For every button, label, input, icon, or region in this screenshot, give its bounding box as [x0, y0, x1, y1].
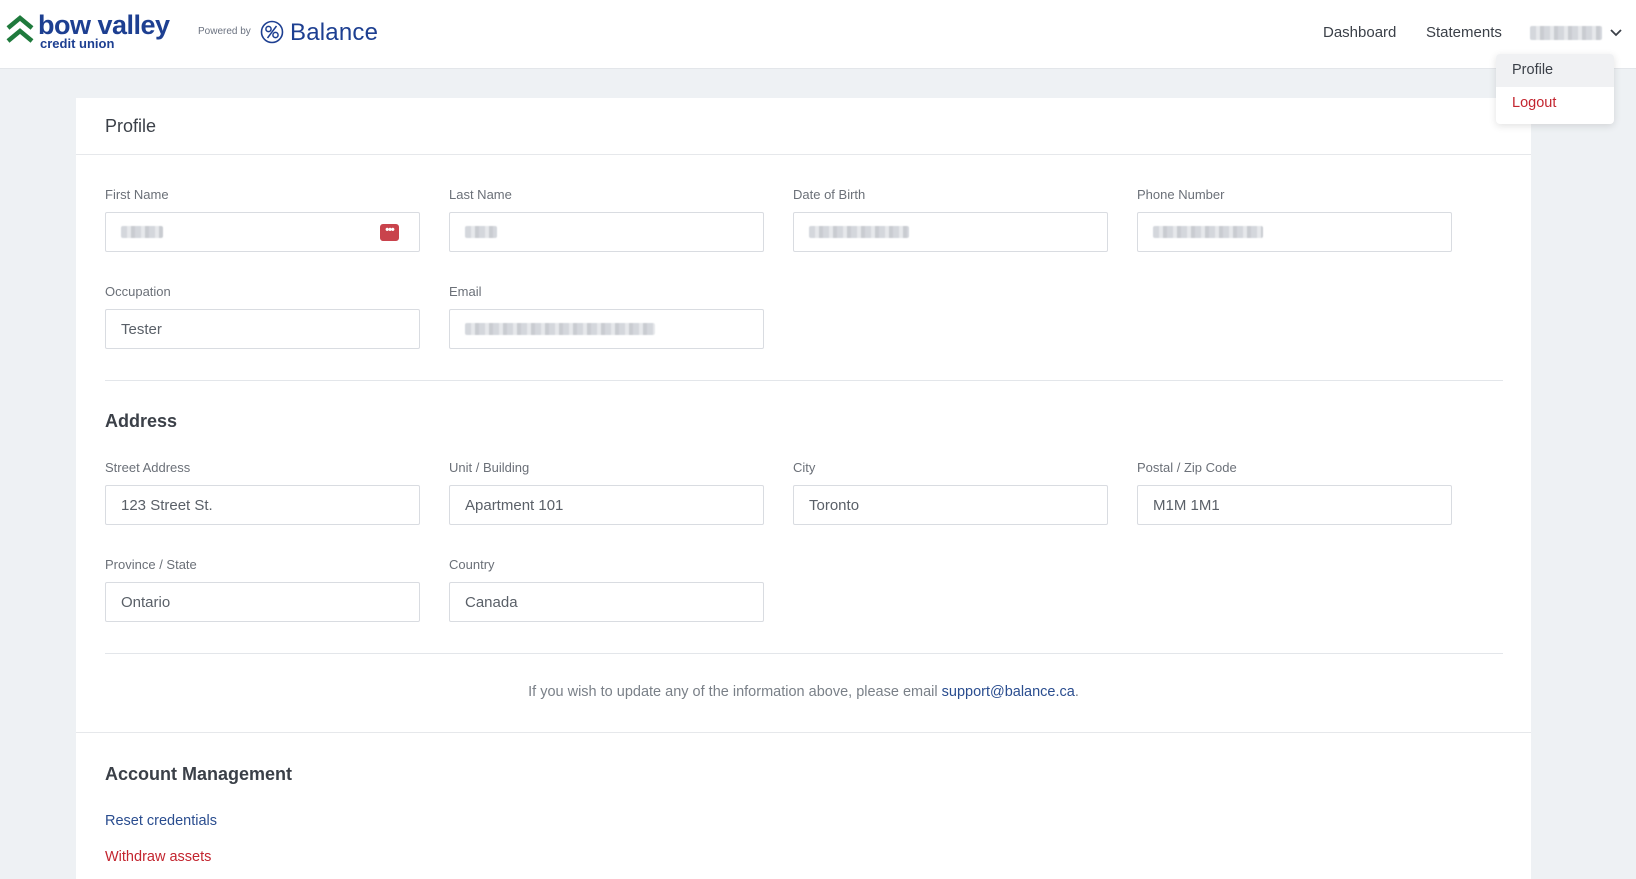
redacted-value: [465, 226, 497, 238]
redacted-value: [465, 323, 655, 335]
occupation-label: Occupation: [105, 284, 171, 299]
country-label: Country: [449, 557, 495, 572]
balance-logo-icon: [260, 20, 284, 44]
section-divider: [105, 380, 1503, 381]
profile-card: Profile First Name ••• Last Name Date of…: [76, 98, 1531, 879]
section-divider: [76, 732, 1531, 733]
partner-name: Balance: [290, 19, 379, 46]
account-management-heading: Account Management: [105, 764, 293, 784]
postal-label: Postal / Zip Code: [1137, 460, 1237, 475]
first-name-field[interactable]: •••: [105, 212, 420, 252]
menu-item-profile[interactable]: Profile: [1496, 54, 1614, 87]
email-label: Email: [449, 284, 482, 299]
dob-label: Date of Birth: [793, 187, 866, 202]
top-header: bow valley credit union Powered by Balan…: [0, 0, 1636, 69]
postal-field[interactable]: M1M 1M1: [1137, 485, 1452, 525]
redacted-user-name: [1530, 26, 1602, 40]
page-title: Profile: [105, 116, 157, 136]
nav-dashboard[interactable]: Dashboard: [1323, 24, 1396, 41]
user-menu-toggle[interactable]: [1530, 26, 1622, 40]
first-name-label: First Name: [105, 187, 169, 202]
last-name-label: Last Name: [449, 187, 512, 202]
section-divider: [105, 653, 1503, 654]
street-field[interactable]: 123 Street St.: [105, 485, 420, 525]
phone-label: Phone Number: [1137, 187, 1225, 202]
province-label: Province / State: [105, 557, 197, 572]
support-email-link[interactable]: support@balance.ca: [942, 684, 1075, 700]
address-heading: Address: [105, 411, 178, 431]
bow-valley-logo[interactable]: bow valley credit union: [6, 12, 170, 50]
unit-label: Unit / Building: [449, 460, 530, 475]
card-header: Profile: [76, 98, 1531, 155]
redacted-value: [809, 226, 909, 238]
street-label: Street Address: [105, 460, 191, 475]
last-name-field[interactable]: [449, 212, 764, 252]
country-field[interactable]: Canada: [449, 582, 764, 622]
menu-item-logout[interactable]: Logout: [1496, 87, 1614, 120]
chevron-logo-icon: [6, 15, 34, 43]
redacted-value: [1153, 226, 1263, 238]
phone-field[interactable]: [1137, 212, 1452, 252]
user-dropdown-menu: Profile Logout: [1496, 54, 1614, 124]
redacted-value: [121, 226, 163, 238]
note-end: .: [1074, 684, 1079, 700]
occupation-field[interactable]: Tester: [105, 309, 420, 349]
powered-by-label: Powered by: [198, 26, 251, 37]
note-text: If you wish to update any of the informa…: [528, 684, 942, 700]
dob-field[interactable]: [793, 212, 1108, 252]
province-field[interactable]: Ontario: [105, 582, 420, 622]
city-label: City: [793, 460, 816, 475]
city-field[interactable]: Toronto: [793, 485, 1108, 525]
password-manager-icon[interactable]: •••: [380, 224, 399, 241]
reset-credentials-link[interactable]: Reset credentials: [105, 813, 217, 829]
email-field[interactable]: [449, 309, 764, 349]
nav-statements[interactable]: Statements: [1426, 24, 1502, 41]
withdraw-assets-link[interactable]: Withdraw assets: [105, 849, 211, 865]
unit-field[interactable]: Apartment 101: [449, 485, 764, 525]
chevron-down-icon: [1610, 29, 1622, 37]
brand-name: bow valley: [38, 10, 170, 40]
update-info-note: If you wish to update any of the informa…: [76, 684, 1531, 700]
